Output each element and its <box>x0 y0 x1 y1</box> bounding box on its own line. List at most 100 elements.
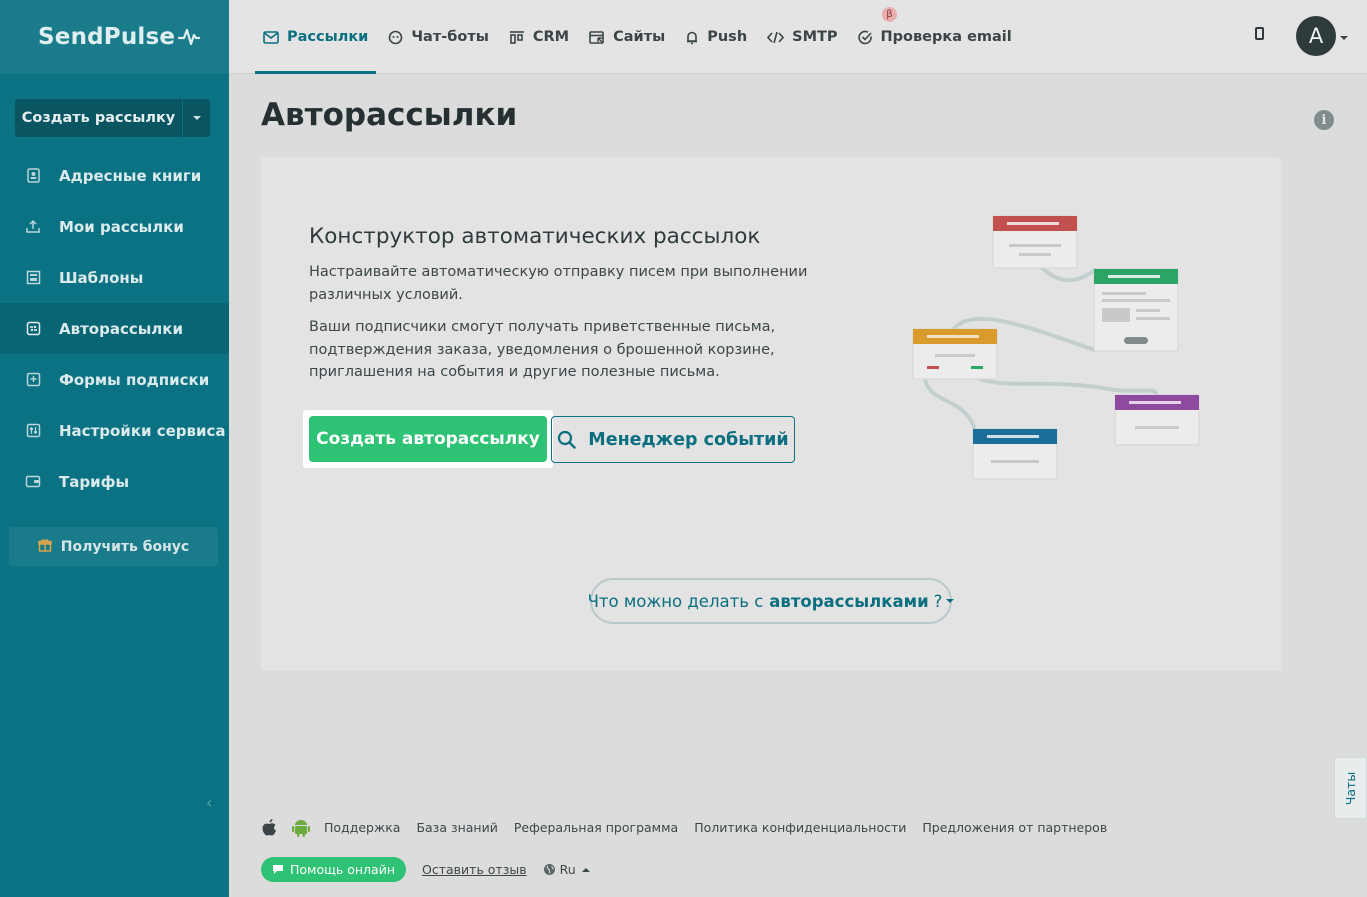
form-icon <box>25 372 41 388</box>
sidebar-nav: Адресные книги Мои рассылки Шаблоны Авто… <box>0 150 229 507</box>
automation-icon <box>25 321 41 337</box>
bell-icon <box>685 30 699 45</box>
sidebar-item-label: Адресные книги <box>59 166 202 185</box>
flow-node-blue <box>972 428 1058 480</box>
footer-links: Поддержка База знаний Реферальная програ… <box>261 818 1123 837</box>
footer-link-partners[interactable]: Предложения от партнеров <box>922 820 1107 835</box>
sidebar-item-service-settings[interactable]: Настройки сервиса <box>0 405 229 456</box>
card-heading: Конструктор автоматических рассылок <box>309 224 761 249</box>
sidebar-item-automations[interactable]: Авторассылки <box>0 303 229 354</box>
tab-crm[interactable]: CRM <box>501 0 577 74</box>
language-selector[interactable]: Ru <box>543 862 590 877</box>
footer-link-support[interactable]: Поддержка <box>324 820 400 835</box>
get-bonus-button[interactable]: Получить бонус <box>9 527 218 566</box>
tab-chatbots[interactable]: Чат-боты <box>380 0 497 74</box>
leave-review-link[interactable]: Оставить отзыв <box>422 862 527 877</box>
sidebar-item-label: Шаблоны <box>59 268 144 287</box>
chevron-down-icon <box>946 599 955 603</box>
logo-area: SendPulse <box>0 0 229 74</box>
sites-icon <box>589 30 605 45</box>
tab-label: Чат-боты <box>411 29 489 45</box>
tab-label: Проверка email <box>880 29 1012 45</box>
chats-side-tab[interactable]: Чаты <box>1334 757 1367 819</box>
tab-label: Push <box>707 29 748 45</box>
flow-diagram-image <box>912 215 1200 480</box>
create-campaign-dropdown[interactable] <box>183 99 210 137</box>
sidebar-item-label: Мои рассылки <box>59 217 184 236</box>
faq-bold: авторассылками <box>769 591 929 611</box>
sidebar-item-label: Настройки сервиса <box>59 421 226 440</box>
mailing-icon <box>25 219 41 235</box>
templates-icon <box>25 270 41 286</box>
footer-link-knowledge-base[interactable]: База знаний <box>416 820 497 835</box>
address-book-icon <box>25 168 41 184</box>
tab-label: CRM <box>532 29 570 45</box>
info-icon[interactable]: i <box>1314 110 1334 130</box>
faq-suffix: ? <box>933 591 943 611</box>
chevron-down-icon <box>192 116 201 120</box>
mail-icon <box>263 30 279 44</box>
settings-sliders-icon <box>25 423 41 439</box>
automation-flow-illustration <box>905 210 1205 490</box>
check-circle-icon <box>857 30 873 45</box>
create-campaign-button[interactable]: Создать рассылку <box>15 99 210 137</box>
faq-prefix: Что можно делать с <box>587 591 764 611</box>
tab-smtp[interactable]: SMTP <box>759 0 845 74</box>
android-icon[interactable] <box>292 818 310 837</box>
card-description-1: Настраивайте автоматическую отправку пис… <box>309 264 808 303</box>
tab-label: Сайты <box>613 29 666 45</box>
footer-secondary: Помощь онлайн Оставить отзыв Ru <box>261 857 590 882</box>
event-manager-label: Менеджер событий <box>588 429 789 450</box>
globe-icon <box>543 863 556 876</box>
gift-icon <box>38 538 52 556</box>
create-campaign-label[interactable]: Создать рассылку <box>15 99 182 137</box>
sidebar-item-address-books[interactable]: Адресные книги <box>0 150 229 201</box>
create-automation-button[interactable]: Создать авторассылку <box>309 416 547 462</box>
sidebar: SendPulse Создать рассылку Адресные книг… <box>0 0 229 897</box>
sidebar-item-my-mailings[interactable]: Мои рассылки <box>0 201 229 252</box>
sidebar-item-templates[interactable]: Шаблоны <box>0 252 229 303</box>
code-icon <box>767 31 785 44</box>
chatbot-icon <box>388 30 403 45</box>
collapse-sidebar-icon[interactable]: ‹ <box>206 793 212 812</box>
flow-node-purple <box>1114 394 1200 446</box>
brand-name: SendPulse <box>38 24 176 50</box>
footer-link-privacy[interactable]: Политика конфиденциальности <box>694 820 906 835</box>
flow-node-orange <box>912 328 998 380</box>
card-description-2: Ваши подписчики смогут получать приветст… <box>309 319 776 380</box>
sidebar-item-pricing[interactable]: Тарифы <box>0 456 229 507</box>
chevron-up-icon <box>581 867 590 872</box>
mobile-app-icon[interactable] <box>1255 27 1264 40</box>
beta-badge: β <box>882 7 897 22</box>
avatar[interactable]: A <box>1296 16 1336 56</box>
chats-label: Чаты <box>1343 771 1359 805</box>
account-menu-chevron-icon[interactable] <box>1340 36 1348 40</box>
apple-icon[interactable] <box>261 818 278 837</box>
tab-mailings[interactable]: Рассылки <box>255 0 377 74</box>
online-help-label: Помощь онлайн <box>290 862 396 877</box>
get-bonus-label: Получить бонус <box>60 538 190 555</box>
tab-label: SMTP <box>792 29 838 45</box>
chat-bubble-icon <box>272 864 284 875</box>
crm-icon <box>509 30 525 45</box>
highlight-frame: Создать авторассылку <box>303 410 553 468</box>
top-navigation: Рассылки Чат-боты CRM Сайты Push SMTP Пр… <box>229 0 1367 74</box>
sidebar-item-subscription-forms[interactable]: Формы подписки <box>0 354 229 405</box>
sidebar-item-label: Формы подписки <box>59 370 210 389</box>
language-label: Ru <box>559 862 576 877</box>
product-tabs: Рассылки Чат-боты CRM Сайты Push SMTP Пр… <box>255 0 1024 74</box>
sendpulse-logo[interactable]: SendPulse <box>38 24 201 50</box>
tab-push[interactable]: Push <box>677 0 755 74</box>
flow-node-red <box>992 215 1078 269</box>
tab-sites[interactable]: Сайты <box>581 0 673 74</box>
wallet-icon <box>25 474 41 490</box>
page-title: Авторассылки <box>261 97 518 133</box>
online-help-button[interactable]: Помощь онлайн <box>261 857 407 882</box>
event-manager-button[interactable]: Менеджер событий <box>551 416 795 463</box>
flow-node-green <box>1093 268 1179 352</box>
footer-link-referral[interactable]: Реферальная программа <box>514 820 678 835</box>
tab-email-verification[interactable]: Проверка email <box>850 0 1020 74</box>
tab-label: Рассылки <box>287 29 369 45</box>
automation-faq-toggle[interactable]: Что можно делать с авторассылками ? <box>587 578 955 624</box>
search-icon <box>557 430 576 449</box>
